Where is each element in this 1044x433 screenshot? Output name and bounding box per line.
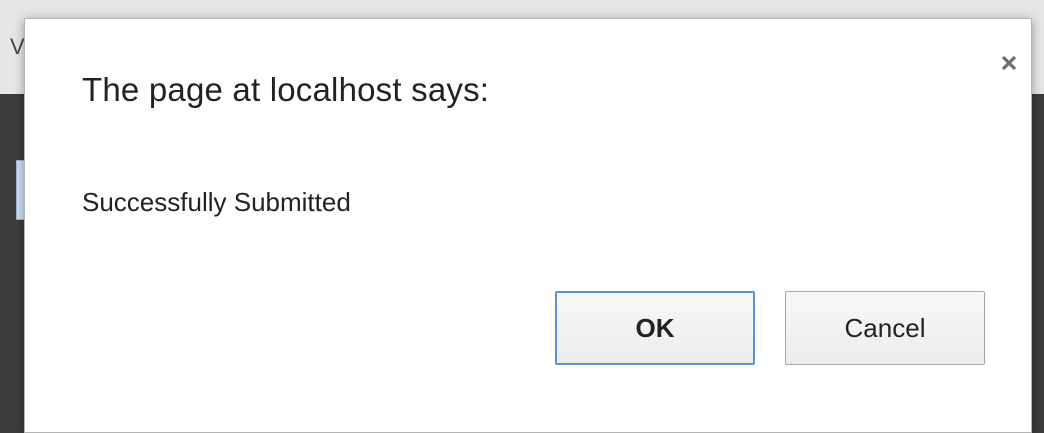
close-button[interactable] (995, 49, 1023, 77)
alert-dialog: The page at localhost says: Successfully… (24, 18, 1032, 433)
close-icon (1001, 55, 1017, 71)
background-page (0, 0, 1044, 18)
background-partial-text: V (10, 34, 25, 59)
cancel-button[interactable]: Cancel (785, 291, 985, 365)
dialog-title: The page at localhost says: (82, 71, 490, 108)
background-page-right-header (1032, 18, 1044, 94)
ok-button[interactable]: OK (555, 291, 755, 365)
background-input-edge (16, 160, 24, 220)
dialog-message: Successfully Submitted (82, 187, 351, 217)
